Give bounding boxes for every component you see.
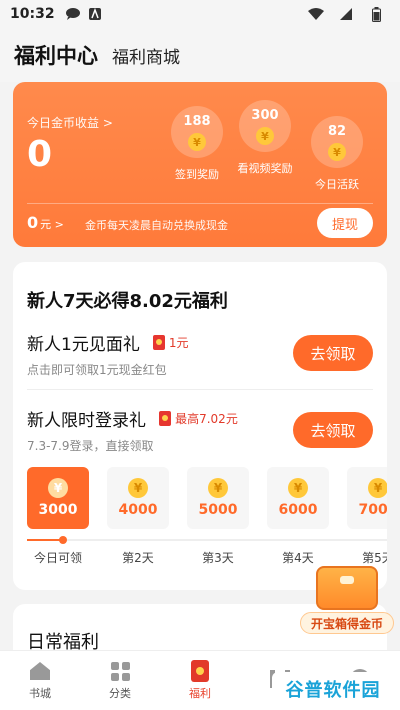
video-reward-value: 300 xyxy=(251,108,279,123)
day-amount: 6000 xyxy=(278,502,318,518)
day-amount: 5000 xyxy=(198,502,238,518)
login-progress-track xyxy=(27,539,387,541)
red-packet-icon xyxy=(159,411,172,426)
row-divider xyxy=(27,389,373,390)
day-amount: 4000 xyxy=(118,502,158,518)
tab-welfare-mall[interactable]: 福利商城 xyxy=(112,43,180,68)
today-coins-label[interactable]: 今日金币收益 > xyxy=(27,114,113,131)
message-icon xyxy=(65,7,81,21)
daily-active-value: 82 xyxy=(327,124,347,139)
gift2-name: 新人限时登录礼 xyxy=(27,411,146,431)
day-label-1: 今日可领 xyxy=(33,551,82,565)
coin-icon: ¥ xyxy=(256,127,274,145)
coin-icon: ¥ xyxy=(368,478,387,498)
coin-icon: ¥ xyxy=(328,143,346,161)
status-bar: 10:32 xyxy=(0,0,400,28)
coin-icon: ¥ xyxy=(288,478,308,498)
status-time: 10:32 xyxy=(10,6,55,22)
daily-active-bubble[interactable]: 82 ¥ xyxy=(311,116,363,168)
cash-balance[interactable]: 0元 > xyxy=(27,213,64,232)
wifi-icon xyxy=(308,7,324,21)
welfare-title: 新人7天必得8.02元福利 xyxy=(27,291,228,312)
day-amount: 3000 xyxy=(38,502,78,518)
cash-value: 0 xyxy=(27,213,39,232)
day-card-1[interactable]: ¥ 3000 xyxy=(27,467,89,529)
treasure-chest-icon xyxy=(316,566,378,610)
claim-gift1-button[interactable]: 去领取 xyxy=(293,335,373,371)
coin-icon: ¥ xyxy=(208,478,228,498)
nav-label: 书城 xyxy=(29,687,51,700)
app-notification-icon xyxy=(87,7,103,21)
coin-icon: ¥ xyxy=(128,478,148,498)
coin-earnings-card: 今日金币收益 > 0 188 ¥ 签到奖励 300 ¥ 看视频奖励 82 ¥ 今… xyxy=(13,82,387,247)
day-card-3[interactable]: ¥ 5000 xyxy=(187,467,249,529)
red-packet-icon xyxy=(152,335,165,350)
checkin-reward-value: 188 xyxy=(183,114,211,129)
day-amount: 7000 xyxy=(358,502,387,518)
cash-unit: 元 > xyxy=(40,218,64,231)
nav-item-welfare[interactable]: 福利 xyxy=(160,651,240,710)
withdraw-button[interactable]: 提现 xyxy=(317,208,373,238)
house-icon xyxy=(29,660,51,682)
treasure-chest-label[interactable]: 开宝箱得金币 xyxy=(300,612,394,634)
video-reward-bubble[interactable]: 300 ¥ xyxy=(239,100,291,152)
login-progress-fill xyxy=(27,539,63,541)
video-reward-label: 看视频奖励 xyxy=(237,162,293,175)
coin-icon: ¥ xyxy=(188,133,206,151)
card-divider xyxy=(27,203,373,204)
nav-item-category[interactable]: 分类 xyxy=(80,651,160,710)
chest-lock-icon xyxy=(340,576,354,584)
signal-icon xyxy=(338,7,354,21)
nav-item-bookstore[interactable]: 书城 xyxy=(0,651,80,710)
coin-icon: ¥ xyxy=(48,478,68,498)
exchange-note: 金币每天凌晨自动兑换成现金 xyxy=(85,219,228,232)
battery-icon xyxy=(368,6,384,22)
day-card-5[interactable]: ¥ 7000 xyxy=(347,467,387,529)
day-card-4[interactable]: ¥ 6000 xyxy=(267,467,329,529)
watermark: 谷普软件园 xyxy=(272,672,394,706)
nav-label: 分类 xyxy=(109,687,131,700)
day-card-2[interactable]: ¥ 4000 xyxy=(107,467,169,529)
page-header: 福利中心 福利商城 xyxy=(0,28,400,82)
claim-gift2-button[interactable]: 去领取 xyxy=(293,412,373,448)
checkin-reward-bubble[interactable]: 188 ¥ xyxy=(171,106,223,158)
gift2-tag: 最高7.02元 xyxy=(159,410,238,427)
day-label-3: 第3天 xyxy=(202,551,234,565)
newcomer-welfare-card: 新人7天必得8.02元福利 新人1元见面礼 1元 点击即可领取1元现金红包 去领… xyxy=(13,262,387,590)
day-label-2: 第2天 xyxy=(122,551,154,565)
daily-active-label: 今日活跃 xyxy=(315,178,359,191)
page-title[interactable]: 福利中心 xyxy=(14,40,98,70)
nav-label: 福利 xyxy=(189,687,211,700)
login-progress-dot xyxy=(59,536,67,544)
treasure-chest-widget[interactable]: 开宝箱得金币 xyxy=(300,560,394,640)
grid-icon xyxy=(109,660,131,682)
gift1-tag: 1元 xyxy=(152,334,189,351)
gift1-name: 新人1元见面礼 xyxy=(27,335,140,355)
gift-icon xyxy=(189,660,211,682)
today-coins-value: 0 xyxy=(27,134,53,175)
